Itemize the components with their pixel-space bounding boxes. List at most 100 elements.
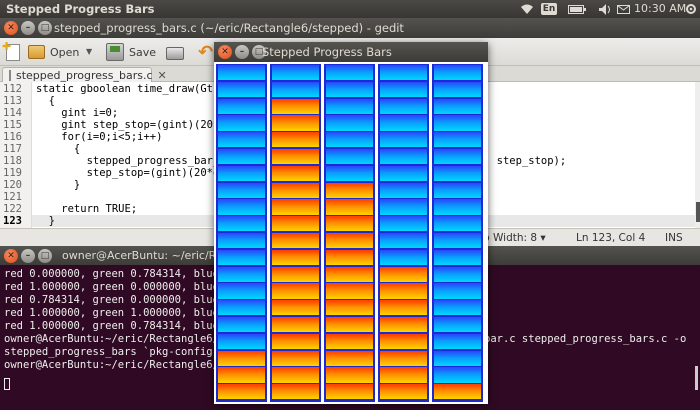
top-panel: Stepped Progress Bars En 10:30 AM bbox=[0, 0, 700, 18]
progress-segment-unlit bbox=[380, 132, 427, 148]
progress-segment-lit bbox=[272, 384, 319, 400]
maximize-icon[interactable]: □ bbox=[38, 249, 52, 263]
progress-segment-unlit bbox=[434, 132, 481, 148]
save-button[interactable]: Save bbox=[106, 41, 156, 63]
code-line-fragment: , step_stop); bbox=[484, 155, 567, 167]
progress-segment-unlit bbox=[380, 65, 427, 81]
progress-segment-lit bbox=[272, 165, 319, 182]
progress-segment-lit bbox=[272, 199, 319, 215]
progress-segment-lit bbox=[326, 350, 373, 366]
progress-segment-lit bbox=[272, 149, 319, 165]
undo-button[interactable]: ↶ bbox=[198, 41, 213, 63]
open-button[interactable]: Open bbox=[28, 41, 79, 63]
progress-segment-unlit bbox=[434, 182, 481, 198]
progress-segment-lit bbox=[272, 233, 319, 249]
progress-segment-unlit bbox=[272, 65, 319, 81]
minimize-icon[interactable]: – bbox=[21, 21, 35, 35]
progress-segment-lit bbox=[326, 182, 373, 198]
volume-icon[interactable] bbox=[596, 1, 614, 17]
progress-segment-lit bbox=[272, 115, 319, 131]
progress-segment-lit bbox=[380, 333, 427, 350]
terminal-line: red 1.000000, green 1.000000, blue bbox=[4, 307, 219, 319]
stepped-progress-bars-window: ✕ – □ Stepped Progress Bars bbox=[214, 42, 488, 404]
editor-scrollbar-thumb[interactable] bbox=[696, 202, 700, 222]
terminal-line-fragment: bar.c stepped_progress_bars.c -o bbox=[484, 333, 687, 345]
progress-segment-unlit bbox=[380, 182, 427, 198]
cursor-position: Ln 123, Col 4 bbox=[576, 232, 646, 244]
keyboard-layout-indicator[interactable]: En bbox=[540, 1, 558, 17]
gear-icon[interactable] bbox=[684, 1, 698, 17]
progress-segment-lit bbox=[272, 283, 319, 299]
progress-segment-lit bbox=[326, 283, 373, 299]
progress-segment-lit bbox=[272, 216, 319, 232]
tab-stepped-progress-bars-c[interactable]: stepped_progress_bars.c ✕ bbox=[2, 67, 167, 83]
progress-segment-unlit bbox=[380, 165, 427, 182]
progress-segment-unlit bbox=[380, 249, 427, 266]
progress-segment-lit bbox=[272, 98, 319, 114]
print-button[interactable] bbox=[166, 41, 184, 63]
progress-segment-lit bbox=[218, 367, 265, 383]
progress-segment-lit bbox=[272, 266, 319, 282]
mail-icon[interactable] bbox=[614, 1, 632, 17]
progress-segment-unlit bbox=[218, 81, 265, 98]
tab-label: stepped_progress_bars.c bbox=[16, 69, 153, 82]
terminal-scrollbar[interactable] bbox=[695, 366, 698, 390]
new-document-button[interactable] bbox=[2, 40, 20, 63]
progress-segment-lit bbox=[218, 350, 265, 366]
progress-segment-unlit bbox=[218, 65, 265, 81]
progress-segment-unlit bbox=[218, 266, 265, 282]
printer-icon bbox=[166, 47, 184, 60]
progress-segment-lit bbox=[272, 333, 319, 350]
progress-segment-lit bbox=[380, 266, 427, 282]
progress-segment-unlit bbox=[218, 98, 265, 114]
progress-segment-unlit bbox=[218, 233, 265, 249]
progress-segment-lit bbox=[326, 199, 373, 215]
progress-segment-unlit bbox=[218, 249, 265, 266]
progress-segment-unlit bbox=[218, 115, 265, 131]
open-button-label: Open bbox=[50, 45, 80, 59]
spb-titlebar[interactable]: ✕ – □ Stepped Progress Bars bbox=[214, 42, 488, 62]
open-recent-dropdown[interactable]: ▼ bbox=[86, 46, 96, 56]
progress-segment-unlit bbox=[434, 266, 481, 282]
editor-scrollbar[interactable] bbox=[695, 82, 700, 232]
close-icon[interactable]: ✕ bbox=[218, 45, 232, 59]
progress-segment-unlit bbox=[434, 199, 481, 215]
progress-bar-3 bbox=[324, 64, 375, 402]
progress-segment-unlit bbox=[218, 216, 265, 232]
progress-segment-unlit bbox=[434, 317, 481, 333]
progress-segment-unlit bbox=[380, 149, 427, 165]
clock[interactable]: 10:30 AM bbox=[634, 2, 686, 15]
tab-width-selector[interactable]: b Width: 8 ▾ bbox=[483, 232, 546, 244]
folder-icon bbox=[28, 45, 45, 59]
close-icon[interactable]: ✕ bbox=[4, 249, 18, 263]
progress-segment-unlit bbox=[326, 115, 373, 131]
progress-segment-unlit bbox=[434, 165, 481, 182]
new-document-icon bbox=[2, 40, 20, 61]
tab-close-icon[interactable]: ✕ bbox=[158, 69, 167, 82]
wifi-icon[interactable] bbox=[518, 1, 536, 17]
progress-segment-lit bbox=[434, 384, 481, 400]
maximize-icon[interactable]: □ bbox=[38, 21, 52, 35]
progress-segment-unlit bbox=[434, 149, 481, 165]
progress-segment-lit bbox=[326, 367, 373, 383]
terminal-line: red 1.000000, green 0.000000, blue bbox=[4, 281, 219, 293]
progress-segment-lit bbox=[380, 283, 427, 299]
progress-segment-unlit bbox=[326, 81, 373, 98]
progress-segment-unlit bbox=[434, 333, 481, 350]
progress-segment-unlit bbox=[326, 149, 373, 165]
close-icon[interactable]: ✕ bbox=[4, 21, 18, 35]
progress-segment-unlit bbox=[218, 199, 265, 215]
gedit-titlebar[interactable]: ✕ – □ stepped_progress_bars.c (~/eric/Re… bbox=[0, 18, 700, 38]
keyboard-layout-label: En bbox=[540, 3, 558, 15]
code-line: } bbox=[36, 215, 55, 227]
minimize-icon[interactable]: – bbox=[235, 45, 249, 59]
line-number-current: 123 bbox=[3, 215, 22, 227]
terminal-cursor bbox=[4, 378, 10, 390]
terminal-line: red 1.000000, green 0.784314, blue bbox=[4, 320, 219, 332]
battery-icon[interactable] bbox=[566, 1, 588, 17]
save-button-label: Save bbox=[129, 45, 157, 59]
progress-segment-lit bbox=[326, 300, 373, 316]
progress-segment-unlit bbox=[218, 283, 265, 299]
text-file-icon bbox=[9, 70, 11, 81]
minimize-icon[interactable]: – bbox=[21, 249, 35, 263]
